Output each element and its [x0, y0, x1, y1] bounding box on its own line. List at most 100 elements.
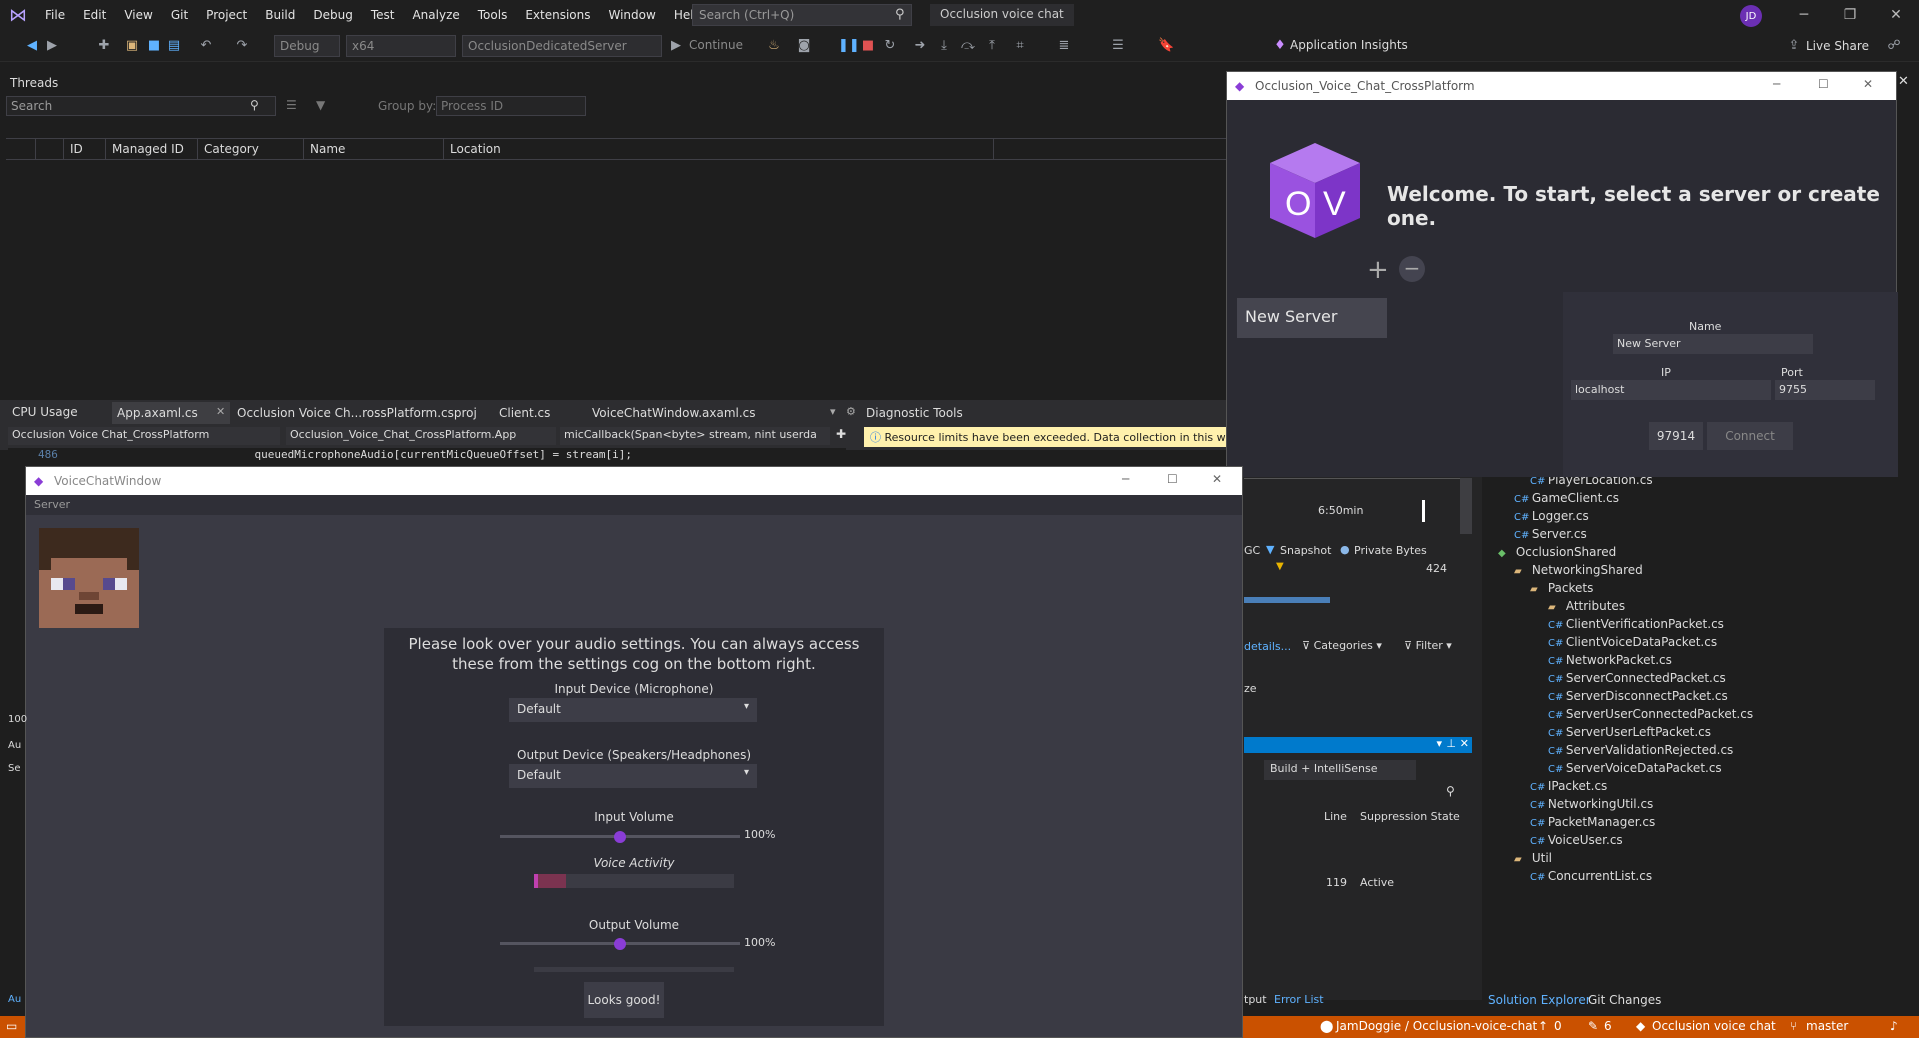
tab-solution-explorer[interactable]: Solution Explorer: [1488, 993, 1591, 1007]
show-next-statement-icon[interactable]: ➜: [912, 38, 928, 54]
bookmark-icon[interactable]: 🔖: [1158, 38, 1174, 54]
hot-reload-icon[interactable]: ♨: [766, 38, 782, 54]
tree-item[interactable]: C# ServerUserConnectedPacket.cs: [1548, 707, 1753, 721]
remove-server-icon[interactable]: −: [1399, 256, 1425, 282]
filter-icon[interactable]: ▼: [316, 98, 325, 112]
lightbulb-icon[interactable]: ♦: [1272, 38, 1288, 54]
pause-icon[interactable]: ❚❚: [838, 38, 860, 54]
close-icon[interactable]: ✕: [1863, 77, 1873, 91]
tree-item[interactable]: C# GameClient.cs: [1514, 491, 1619, 505]
menu-file[interactable]: File: [36, 0, 74, 30]
back-icon[interactable]: ◀: [24, 38, 40, 54]
feedback-icon[interactable]: ☍: [1886, 38, 1902, 54]
column-name[interactable]: Name: [304, 139, 444, 159]
tree-item[interactable]: C# ServerUserLeftPacket.cs: [1548, 725, 1711, 739]
filter-dropdown[interactable]: ⊽ Filter ▾: [1404, 639, 1452, 652]
column-managed-id[interactable]: Managed ID: [106, 139, 198, 159]
close-icon[interactable]: ✕: [1873, 0, 1919, 30]
tab-voicechatwindow[interactable]: VoiceChatWindow.axaml.cs: [592, 406, 756, 420]
member-nav-select[interactable]: micCallback(Span<byte> stream, nint user…: [560, 427, 830, 445]
tab-cpu-usage[interactable]: CPU Usage: [12, 405, 78, 419]
close-icon[interactable]: ✕: [1212, 472, 1222, 486]
notification-icon[interactable]: ▭: [6, 1019, 17, 1033]
menu-git[interactable]: Git: [162, 0, 197, 30]
menu-window[interactable]: Window: [600, 0, 665, 30]
platform-select[interactable]: x64: [346, 35, 456, 57]
output-device-select[interactable]: Default ▾: [509, 764, 757, 788]
port-input[interactable]: 9755: [1775, 380, 1875, 400]
live-share-button[interactable]: Live Share: [1806, 39, 1869, 53]
tree-item-folder[interactable]: ▰ Util: [1514, 851, 1552, 865]
categories-dropdown[interactable]: ⊽ Categories ▾: [1302, 639, 1382, 652]
menu-extensions[interactable]: Extensions: [516, 0, 599, 30]
name-input[interactable]: New Server: [1613, 334, 1813, 354]
close-icon[interactable]: ✕: [1460, 737, 1469, 750]
tree-item[interactable]: C# NetworkingUtil.cs: [1530, 797, 1653, 811]
search-icon[interactable]: ⚲: [250, 98, 259, 112]
pin-icon[interactable]: ⊥: [1446, 737, 1456, 750]
menu-build[interactable]: Build: [256, 0, 304, 30]
save-all-icon[interactable]: ▤: [166, 38, 182, 54]
step-out-icon[interactable]: ⤒: [984, 38, 1000, 54]
thread-icon[interactable]: ≣: [1056, 38, 1072, 54]
column-id[interactable]: ID: [64, 139, 106, 159]
tab-output[interactable]: tput: [1244, 993, 1267, 1006]
threads-search-input[interactable]: Search: [6, 96, 276, 116]
menu-tools[interactable]: Tools: [469, 0, 517, 30]
configuration-select[interactable]: Debug: [274, 35, 340, 57]
forward-icon[interactable]: ▶: [44, 38, 60, 54]
minimize-icon[interactable]: ─: [1122, 472, 1129, 486]
hex-display-icon[interactable]: ⌗: [1012, 38, 1028, 54]
code-editor[interactable]: 486 queuedMicrophoneAudio[currentMicQueu…: [8, 448, 846, 466]
looks-good-button[interactable]: Looks good!: [584, 982, 664, 1018]
avatar[interactable]: JD: [1740, 5, 1762, 27]
tree-item[interactable]: C# ClientVerificationPacket.cs: [1548, 617, 1724, 631]
close-tab-icon[interactable]: ✕: [216, 405, 225, 418]
tree-item[interactable]: C# ServerValidationRejected.cs: [1548, 743, 1733, 757]
column-blank[interactable]: [36, 139, 64, 159]
column-suppression-state[interactable]: Suppression State: [1360, 810, 1460, 823]
tree-item[interactable]: C# VoiceUser.cs: [1530, 833, 1623, 847]
tree-item-folder[interactable]: ▰ NetworkingShared: [1514, 563, 1643, 577]
live-share-icon[interactable]: ⇪: [1786, 38, 1802, 54]
close-icon[interactable]: ✕: [1898, 74, 1909, 89]
application-insights-button[interactable]: Application Insights: [1290, 38, 1408, 52]
menu-project[interactable]: Project: [197, 0, 256, 30]
ip-input[interactable]: localhost: [1571, 380, 1771, 400]
step-over-icon[interactable]: ⤼: [960, 38, 976, 54]
step-into-icon[interactable]: ⤓: [936, 38, 952, 54]
comment-icon[interactable]: ☰: [1110, 38, 1126, 54]
column-category[interactable]: Category: [198, 139, 304, 159]
menu-server[interactable]: Server: [34, 498, 70, 511]
restart-icon[interactable]: ↻: [882, 38, 898, 54]
tab-app-axaml[interactable]: App.axaml.cs: [117, 406, 198, 420]
server-code-button[interactable]: 97914: [1649, 422, 1703, 450]
menu-debug[interactable]: Debug: [304, 0, 361, 30]
tab-csproj[interactable]: Occlusion Voice Ch...rossPlatform.csproj: [237, 406, 477, 420]
project-nav-select[interactable]: Occlusion Voice Chat_CrossPlatform: [8, 427, 280, 445]
tree-item[interactable]: C# NetworkPacket.cs: [1548, 653, 1672, 667]
minimize-icon[interactable]: ─: [1773, 77, 1780, 91]
tree-item[interactable]: C# ConcurrentList.cs: [1530, 869, 1652, 883]
startup-project-select[interactable]: OcclusionDedicatedServer: [462, 35, 662, 57]
connect-button[interactable]: Connect: [1707, 422, 1793, 450]
server-list-item[interactable]: New Server: [1237, 298, 1387, 338]
tree-item-folder[interactable]: ▰ Packets: [1530, 581, 1593, 595]
restore-icon[interactable]: ❐: [1827, 0, 1873, 30]
tab-error-list[interactable]: Error List: [1274, 993, 1324, 1006]
new-project-icon[interactable]: ✚: [96, 38, 112, 54]
save-icon[interactable]: ■: [146, 38, 162, 54]
continue-icon[interactable]: ▶: [668, 38, 684, 54]
tree-item[interactable]: C# ServerConnectedPacket.cs: [1548, 671, 1726, 685]
tree-item-project[interactable]: ◆ OcclusionShared: [1498, 545, 1616, 559]
branch-name[interactable]: master: [1806, 1019, 1848, 1033]
maximize-icon[interactable]: ☐: [1167, 472, 1178, 486]
input-device-select[interactable]: Default ▾: [509, 698, 757, 722]
class-nav-select[interactable]: Occlusion_Voice_Chat_CrossPlatform.App: [286, 427, 556, 445]
status-solution[interactable]: Occlusion voice chat: [1652, 1019, 1776, 1033]
group-by-select[interactable]: Process ID: [436, 96, 586, 116]
tree-item[interactable]: C# ServerVoiceDataPacket.cs: [1548, 761, 1722, 775]
column-line[interactable]: Line: [1324, 810, 1347, 823]
column-location[interactable]: Location: [444, 139, 994, 159]
bell-icon[interactable]: ♪: [1890, 1019, 1898, 1033]
